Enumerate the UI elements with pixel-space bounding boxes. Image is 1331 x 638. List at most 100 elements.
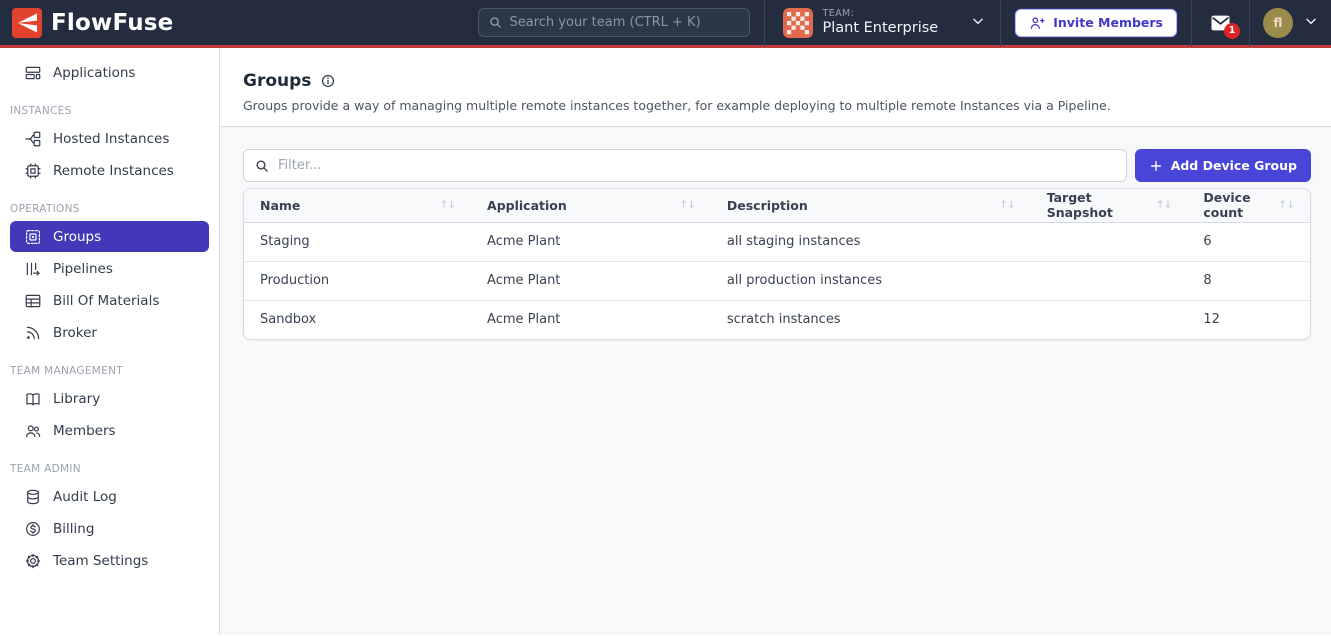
team-label: TEAM: [823, 9, 939, 20]
hosted-instances-icon [24, 130, 42, 148]
sort-icon: ↑↓ [439, 199, 455, 211]
cell-target-snapshot [1031, 222, 1188, 261]
pipelines-icon [24, 260, 42, 278]
sidebar-item-remote-instances[interactable]: Remote Instances [10, 155, 209, 186]
sidebar-section-header: TEAM ADMIN [10, 463, 209, 475]
groups-icon [24, 228, 42, 246]
invite-members-label: Invite Members [1053, 15, 1163, 30]
team-selector[interactable]: TEAM: Plant Enterprise [765, 0, 1001, 47]
cell-name: Production [244, 261, 471, 300]
sidebar-item-label: Pipelines [53, 261, 113, 277]
sidebar-section-header: TEAM MANAGEMENT [10, 365, 209, 377]
sidebar-item-label: Members [53, 423, 116, 439]
sidebar-item-team-settings[interactable]: Team Settings [10, 545, 209, 576]
app-shell: Applications INSTANCES Hosted Instances Rem… [0, 48, 1331, 635]
notifications-button[interactable]: 1 [1192, 0, 1249, 47]
info-icon[interactable] [320, 73, 336, 89]
applications-icon [24, 64, 42, 82]
user-menu[interactable]: fl [1250, 0, 1331, 47]
team-name: Plant Enterprise [823, 20, 939, 37]
column-label: Name [260, 198, 300, 213]
sidebar-item-label: Applications [53, 65, 135, 81]
sidebar-item-library[interactable]: Library [10, 383, 209, 414]
brand-name: FlowFuse [51, 10, 173, 36]
column-header-device-count[interactable]: Device count ↑↓ [1187, 189, 1310, 222]
user-plus-icon [1029, 15, 1045, 31]
column-label: Description [727, 198, 808, 213]
add-device-group-label: Add Device Group [1171, 158, 1297, 173]
sidebar-item-hosted-instances[interactable]: Hosted Instances [10, 123, 209, 154]
team-settings-icon [24, 552, 42, 570]
invite-wrap: Invite Members [1001, 9, 1191, 37]
topbar: FlowFuse TEAM: Plant En [0, 0, 1331, 48]
cell-name: Staging [244, 222, 471, 261]
sidebar-item-members[interactable]: Members [10, 415, 209, 446]
team-search-input[interactable] [510, 15, 740, 30]
table-row-production[interactable]: ProductionAcme Plantall production insta… [244, 261, 1310, 300]
groups-table: Name↑↓Application↑↓Description↑↓Target S… [244, 189, 1310, 339]
filter-input[interactable] [278, 158, 1116, 173]
sidebar-item-label: Team Settings [53, 553, 148, 569]
column-label: Application [487, 198, 567, 213]
title-row: Groups [243, 71, 1311, 91]
sidebar-item-groups[interactable]: Groups [10, 221, 209, 252]
sidebar-item-label: Hosted Instances [53, 131, 169, 147]
sidebar-item-label: Billing [53, 521, 94, 537]
cell-device-count: 12 [1187, 300, 1310, 339]
sidebar-item-label: Broker [53, 325, 97, 341]
cell-description: all staging instances [711, 222, 1031, 261]
page-title: Groups [243, 71, 311, 91]
table-row-staging[interactable]: StagingAcme Plantall staging instances6 [244, 222, 1310, 261]
sidebar-item-audit-log[interactable]: Audit Log [10, 481, 209, 512]
sidebar-section-header: INSTANCES [10, 105, 209, 117]
sidebar-item-label: Audit Log [53, 489, 117, 505]
toolbar: Add Device Group [243, 149, 1311, 182]
brand-logo[interactable]: FlowFuse [0, 8, 330, 38]
table-row-sandbox[interactable]: SandboxAcme Plantscratch instances 12 [244, 300, 1310, 339]
chevron-down-icon [1303, 13, 1319, 33]
sidebar-item-label: Bill Of Materials [53, 293, 159, 309]
table-header-row: Name↑↓Application↑↓Description↑↓Target S… [244, 189, 1310, 222]
chevron-down-icon [970, 13, 986, 33]
column-header-name[interactable]: Name ↑↓ [244, 189, 471, 222]
search-icon [254, 158, 270, 174]
cell-device-count: 8 [1187, 261, 1310, 300]
cell-application: Acme Plant [471, 300, 711, 339]
sidebar-item-billing[interactable]: Billing [10, 513, 209, 544]
page-description: Groups provide a way of managing multipl… [243, 98, 1311, 113]
column-header-description[interactable]: Description ↑↓ [711, 189, 1031, 222]
sidebar-item-applications[interactable]: Applications [10, 57, 209, 88]
column-label: Device count [1203, 190, 1272, 220]
broker-icon [24, 324, 42, 342]
sort-icon: ↑↓ [1278, 199, 1294, 211]
members-icon [24, 422, 42, 440]
add-device-group-button[interactable]: Add Device Group [1135, 149, 1311, 182]
team-avatar [783, 8, 813, 38]
column-header-target-snapshot[interactable]: Target Snapshot ↑↓ [1031, 189, 1188, 222]
audit-log-icon [24, 488, 42, 506]
cell-description: scratch instances [711, 300, 1031, 339]
sidebar-item-label: Library [53, 391, 100, 407]
remote-instances-icon [24, 162, 42, 180]
flowfuse-logo-icon [12, 8, 42, 38]
invite-members-button[interactable]: Invite Members [1015, 9, 1177, 37]
sidebar: Applications INSTANCES Hosted Instances Rem… [0, 48, 220, 635]
team-meta: TEAM: Plant Enterprise [823, 9, 939, 37]
sidebar-item-label: Groups [53, 229, 101, 245]
cell-application: Acme Plant [471, 261, 711, 300]
cell-target-snapshot [1031, 261, 1188, 300]
team-search-box [478, 8, 750, 37]
cell-name: Sandbox [244, 300, 471, 339]
sort-icon: ↑↓ [1156, 199, 1172, 211]
sidebar-item-label: Remote Instances [53, 163, 174, 179]
column-label: Target Snapshot [1047, 190, 1150, 220]
column-header-application[interactable]: Application ↑↓ [471, 189, 711, 222]
main-area: Groups Groups provide a way of managing … [220, 48, 1331, 635]
table-body: StagingAcme Plantall staging instances6P… [244, 222, 1310, 339]
sidebar-item-pipelines[interactable]: Pipelines [10, 253, 209, 284]
cell-target-snapshot [1031, 300, 1188, 339]
sidebar-item-broker[interactable]: Broker [10, 317, 209, 348]
sort-icon: ↑↓ [679, 199, 695, 211]
sort-icon: ↑↓ [999, 199, 1015, 211]
sidebar-item-bill-of-materials[interactable]: Bill Of Materials [10, 285, 209, 316]
